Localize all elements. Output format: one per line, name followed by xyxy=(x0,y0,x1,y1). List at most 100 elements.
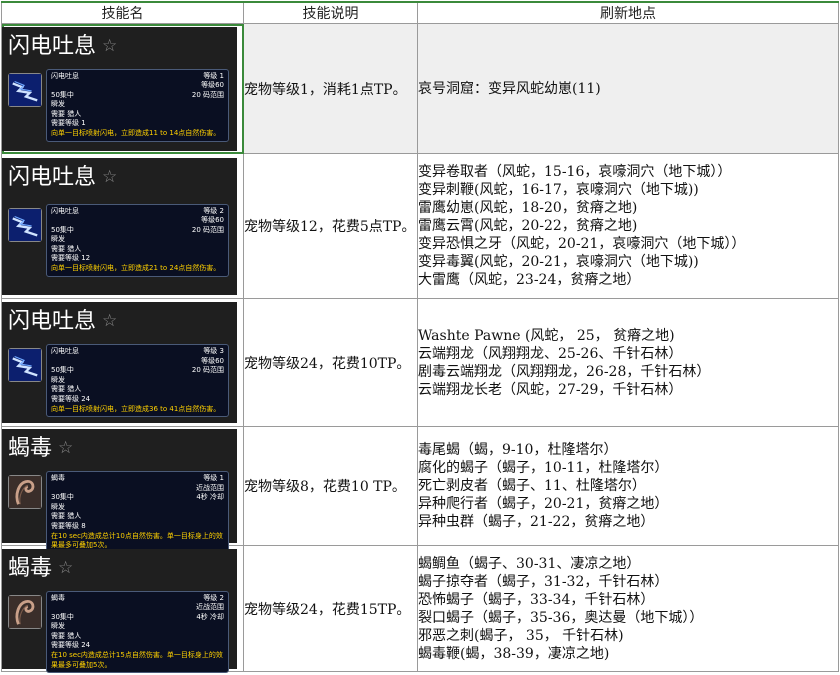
tooltip-requires-level: 需要等级 1 xyxy=(51,119,86,127)
skill-cell[interactable]: 蝎毒☆ 蝎毒等级 1 近战范围 30集中4秒 冷却 瞬发 需要 猎人 需要等级 … xyxy=(2,427,244,546)
spawn-locations[interactable]: 变异卷取者（风蛇，15-16，哀嚎洞穴（地下城））变异刺鞭(风蛇，16-17，哀… xyxy=(418,154,839,299)
favorite-star-icon[interactable]: ☆ xyxy=(102,33,117,59)
location-item: 变异恐惧之牙（风蛇，20-21，哀嚎洞穴（地下城）） xyxy=(418,235,838,253)
tooltip-requires-class: 需要 猎人 xyxy=(51,385,81,393)
location-item: 邪恶之刺(蝎子， 35， 千针石林) xyxy=(418,627,838,645)
column-header-skill-name[interactable]: 技能名 xyxy=(2,2,244,24)
skill-description[interactable]: 宠物等级12，花费5点TP。 xyxy=(244,154,418,299)
skill-title-text: 闪电吐息 xyxy=(8,165,96,190)
tooltip-range: 近战范围 xyxy=(196,603,224,613)
tooltip-cast: 瞬发 xyxy=(51,503,65,511)
tooltip-requires-class: 需要 猎人 xyxy=(51,110,81,118)
tooltip-range-2: 4秒 冷却 xyxy=(196,493,224,503)
tooltip-cost: 50集中 xyxy=(51,91,74,99)
spawn-locations[interactable]: 哀号洞窟：变异风蛇幼崽(11) xyxy=(418,24,839,154)
table-row: 蝎毒☆ 蝎毒等级 2 近战范围 30集中4秒 冷却 瞬发 需要 猎人 需要等级 … xyxy=(2,546,839,672)
location-item: 云端翔龙长老（风蛇，27-29，千针石林） xyxy=(418,381,838,399)
location-item: 哀号洞窟：变异风蛇幼崽(11) xyxy=(418,80,838,98)
tooltip-rank: 等级 3 xyxy=(203,347,224,357)
tooltip-cost: 50集中 xyxy=(51,366,74,374)
skill-tooltip: 蝎毒等级 1 近战范围 30集中4秒 冷却 瞬发 需要 猎人 需要等级 8 在1… xyxy=(46,471,229,554)
location-item: 腐化的蝎子（蝎子，10-11，杜隆塔尔） xyxy=(418,459,838,477)
tooltip-cast: 瞬发 xyxy=(51,100,65,108)
skill-description[interactable]: 宠物等级8，花费10 TP。 xyxy=(244,427,418,546)
skill-card: 闪电吐息☆ 闪电吐息等级 1 等级60 50集中20 码范围 瞬发 需要 猎人 … xyxy=(2,27,237,151)
location-item: 雷鹰幼崽(风蛇，18-20，贫瘠之地) xyxy=(418,199,838,217)
tooltip-requires-class: 需要 猎人 xyxy=(51,512,81,520)
tooltip-range: 等级60 xyxy=(201,216,224,226)
favorite-star-icon[interactable]: ☆ xyxy=(102,164,117,190)
skill-title: 闪电吐息☆ xyxy=(2,158,237,191)
tooltip-cast: 瞬发 xyxy=(51,376,65,384)
tooltip-requires-level: 需要等级 12 xyxy=(51,254,90,262)
tooltip-requires-level: 需要等级 24 xyxy=(51,641,90,649)
tooltip-range: 等级60 xyxy=(201,357,224,367)
tooltip-cost: 30集中 xyxy=(51,613,74,621)
location-item: 云端翔龙（风翔翔龙、25-26、千针石林） xyxy=(418,345,838,363)
skill-cell[interactable]: 闪电吐息☆ 闪电吐息等级 2 等级60 50集中20 码范围 瞬发 需要 猎人 … xyxy=(2,154,244,299)
skill-cell[interactable]: 闪电吐息☆ 闪电吐息等级 3 等级60 50集中20 码范围 瞬发 需要 猎人 … xyxy=(2,299,244,427)
tooltip-range: 等级60 xyxy=(201,81,224,91)
skill-cell[interactable]: 闪电吐息☆ 闪电吐息等级 1 等级60 50集中20 码范围 瞬发 需要 猎人 … xyxy=(2,24,244,154)
favorite-star-icon[interactable]: ☆ xyxy=(58,555,73,581)
skill-description[interactable]: 宠物等级1，消耗1点TP。 xyxy=(244,24,418,154)
column-header-skill-desc[interactable]: 技能说明 xyxy=(244,2,418,24)
skill-card: 蝎毒☆ 蝎毒等级 1 近战范围 30集中4秒 冷却 瞬发 需要 猎人 需要等级 … xyxy=(2,429,237,543)
skill-card: 闪电吐息☆ 闪电吐息等级 2 等级60 50集中20 码范围 瞬发 需要 猎人 … xyxy=(2,158,237,295)
location-item: 剧毒云端翔龙（风翔翔龙，26-28，千针石林） xyxy=(418,363,838,381)
tooltip-requires-class: 需要 猎人 xyxy=(51,245,81,253)
tooltip-cast: 瞬发 xyxy=(51,235,65,243)
skill-title: 闪电吐息☆ xyxy=(2,27,237,60)
skill-title: 蝎毒☆ xyxy=(2,549,237,582)
favorite-star-icon[interactable]: ☆ xyxy=(102,308,117,334)
location-item: 变异刺鞭(风蛇，16-17，哀嚎洞穴（地下城)) xyxy=(418,181,838,199)
tooltip-rank: 等级 1 xyxy=(203,474,224,484)
scorpid-poison-icon xyxy=(8,475,42,509)
location-item: 异种爬行者（蝎子，20-21，贫瘠之地） xyxy=(418,495,838,513)
lightning-breath-icon xyxy=(8,73,42,107)
location-item: 蝎毒鞭(蝎，38-39，凄凉之地) xyxy=(418,645,838,663)
tooltip-requires-class: 需要 猎人 xyxy=(51,632,81,640)
location-item: 蝎鲷鱼（蝎子、30-31、凄凉之地） xyxy=(418,555,838,573)
tooltip-skill-name: 闪电吐息 xyxy=(51,72,79,80)
skill-description[interactable]: 宠物等级24，花费15TP。 xyxy=(244,546,418,672)
skill-title-text: 闪电吐息 xyxy=(8,34,96,59)
skill-title: 闪电吐息☆ xyxy=(2,302,237,335)
column-header-location[interactable]: 刷新地点 xyxy=(418,2,839,24)
tooltip-skill-name: 蝎毒 xyxy=(51,474,65,482)
favorite-star-icon[interactable]: ☆ xyxy=(58,435,73,461)
location-item: Washte Pawne (风蛇， 25， 贫瘠之地) xyxy=(418,327,838,345)
spawn-locations[interactable]: 毒尾蝎（蝎，9-10，杜隆塔尔）腐化的蝎子（蝎子，10-11，杜隆塔尔）死亡剥皮… xyxy=(418,427,839,546)
skill-title-text: 蝎毒 xyxy=(8,436,52,461)
tooltip-rank: 等级 2 xyxy=(203,207,224,217)
skill-cell[interactable]: 蝎毒☆ 蝎毒等级 2 近战范围 30集中4秒 冷却 瞬发 需要 猎人 需要等级 … xyxy=(2,546,244,672)
spawn-locations[interactable]: Washte Pawne (风蛇， 25， 贫瘠之地)云端翔龙（风翔翔龙、25-… xyxy=(418,299,839,427)
tooltip-range-2: 20 码范围 xyxy=(192,226,224,236)
tooltip-cast: 瞬发 xyxy=(51,622,65,630)
header-row: 技能名 技能说明 刷新地点 xyxy=(2,2,839,24)
table-row: 闪电吐息☆ 闪电吐息等级 1 等级60 50集中20 码范围 瞬发 需要 猎人 … xyxy=(2,24,839,154)
location-item: 变异卷取者（风蛇，15-16，哀嚎洞穴（地下城）） xyxy=(418,163,838,181)
location-item: 雷鹰云霄(风蛇，20-22，贫瘠之地) xyxy=(418,217,838,235)
skill-card: 闪电吐息☆ 闪电吐息等级 3 等级60 50集中20 码范围 瞬发 需要 猎人 … xyxy=(2,302,237,423)
skill-title-text: 闪电吐息 xyxy=(8,309,96,334)
tooltip-range: 近战范围 xyxy=(196,484,224,494)
skill-description[interactable]: 宠物等级24，花费10TP。 xyxy=(244,299,418,427)
tooltip-skill-name: 闪电吐息 xyxy=(51,347,79,355)
table-row: 闪电吐息☆ 闪电吐息等级 2 等级60 50集中20 码范围 瞬发 需要 猎人 … xyxy=(2,154,839,299)
skill-title: 蝎毒☆ xyxy=(2,429,237,462)
tooltip-description: 向单一目标喷射闪电，立即造成11 to 14点自然伤害。 xyxy=(51,129,224,139)
tooltip-skill-name: 蝎毒 xyxy=(51,594,65,602)
tooltip-description: 向单一目标喷射闪电，立即造成36 to 41点自然伤害。 xyxy=(51,405,224,415)
skill-table: 技能名 技能说明 刷新地点 闪电吐息☆ 闪电吐息等级 1 等级60 50集中20… xyxy=(1,1,839,672)
skill-tooltip: 闪电吐息等级 2 等级60 50集中20 码范围 瞬发 需要 猎人 需要等级 1… xyxy=(46,204,229,277)
tooltip-requires-level: 需要等级 24 xyxy=(51,395,90,403)
location-item: 异种虫群（蝎子，21-22，贫瘠之地） xyxy=(418,513,838,531)
location-item: 毒尾蝎（蝎，9-10，杜隆塔尔） xyxy=(418,441,838,459)
tooltip-cost: 50集中 xyxy=(51,226,74,234)
location-item: 大雷鹰（风蛇，23-24，贫瘠之地） xyxy=(418,271,838,289)
spawn-locations[interactable]: 蝎鲷鱼（蝎子、30-31、凄凉之地）蝎子掠夺者（蝎子，31-32，千针石林）恐怖… xyxy=(418,546,839,672)
skill-card: 蝎毒☆ 蝎毒等级 2 近战范围 30集中4秒 冷却 瞬发 需要 猎人 需要等级 … xyxy=(2,549,237,669)
lightning-breath-icon xyxy=(8,208,42,242)
location-item: 死亡剥皮者（蝎子、11、杜隆塔尔） xyxy=(418,477,838,495)
